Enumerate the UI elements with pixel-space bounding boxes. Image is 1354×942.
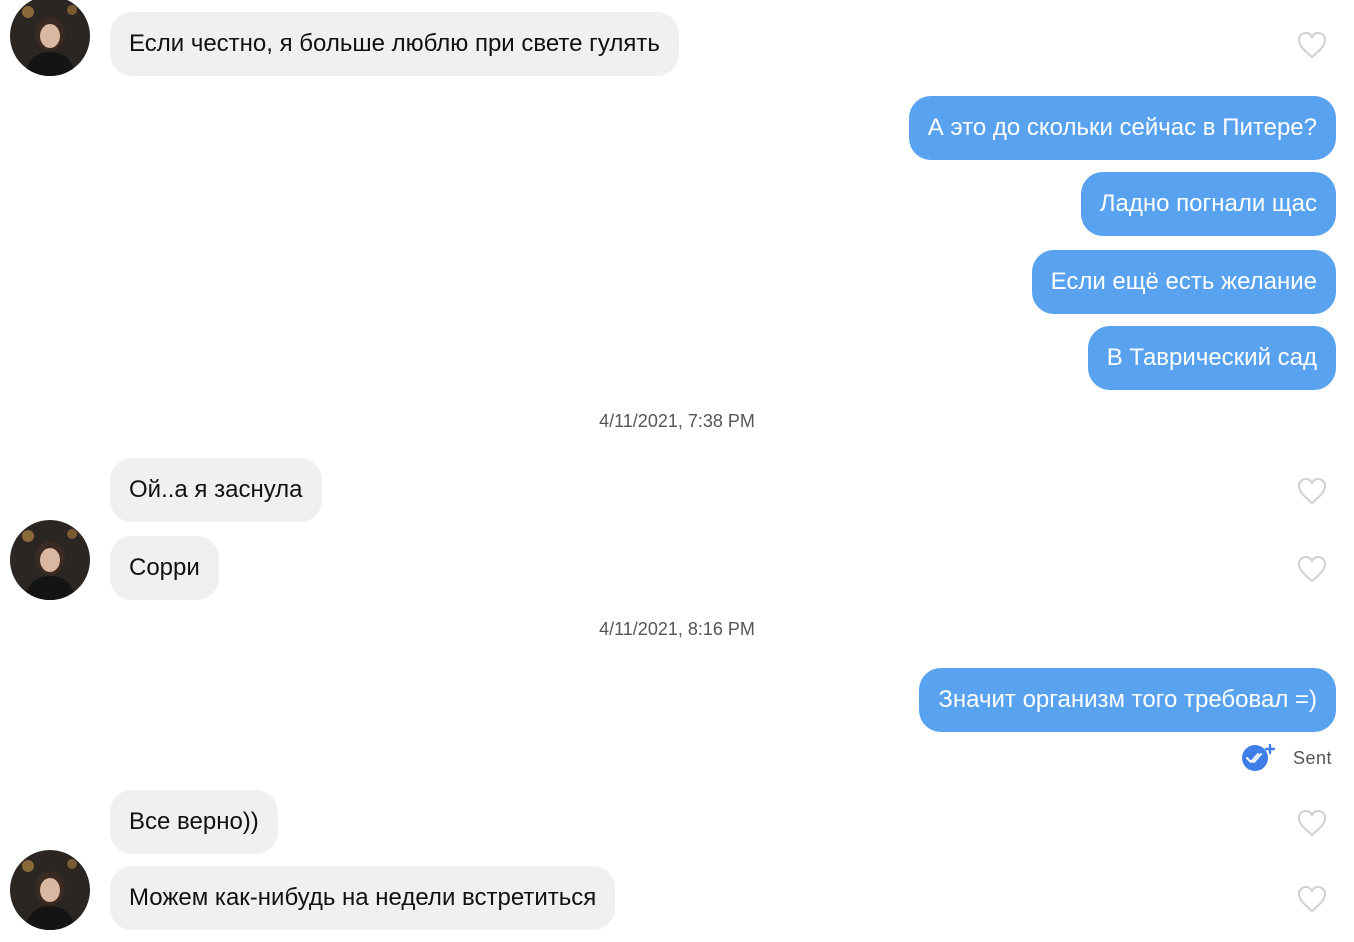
message-bubble[interactable]: Значит организм того требовал =) bbox=[919, 668, 1336, 732]
double-check-plus-icon bbox=[1241, 743, 1276, 772]
heart-outline-icon[interactable] bbox=[1296, 554, 1328, 584]
message-bubble[interactable]: Если честно, я больше люблю при свете гу… bbox=[110, 12, 679, 76]
heart-outline-icon[interactable] bbox=[1296, 476, 1328, 506]
message-bubble[interactable]: Можем как-нибудь на недели встретиться bbox=[110, 866, 616, 930]
chat-thread: Если честно, я больше люблю при свете гу… bbox=[0, 0, 1354, 942]
heart-outline-icon[interactable] bbox=[1296, 808, 1328, 838]
contact-avatar[interactable] bbox=[10, 520, 90, 600]
heart-outline-icon[interactable] bbox=[1296, 30, 1328, 60]
sent-status: Sent bbox=[1241, 743, 1332, 772]
message-bubble[interactable]: А это до скольки сейчас в Питере? bbox=[908, 96, 1336, 160]
heart-outline-icon[interactable] bbox=[1296, 884, 1328, 914]
message-bubble[interactable]: Все верно)) bbox=[110, 790, 278, 854]
message-bubble[interactable]: Ладно погнали щас bbox=[1080, 172, 1336, 236]
timestamp: 4/11/2021, 8:16 PM bbox=[599, 619, 755, 639]
contact-avatar[interactable] bbox=[10, 850, 90, 930]
message-bubble[interactable]: В Таврический сад bbox=[1087, 326, 1336, 390]
message-bubble[interactable]: Ой..а я заснула bbox=[110, 458, 322, 522]
contact-avatar[interactable] bbox=[10, 0, 90, 76]
sent-label: Sent bbox=[1292, 747, 1332, 768]
timestamp: 4/11/2021, 7:38 PM bbox=[599, 411, 755, 431]
message-bubble[interactable]: Если ещё есть желание bbox=[1031, 250, 1336, 314]
message-bubble[interactable]: Сорри bbox=[110, 536, 219, 600]
